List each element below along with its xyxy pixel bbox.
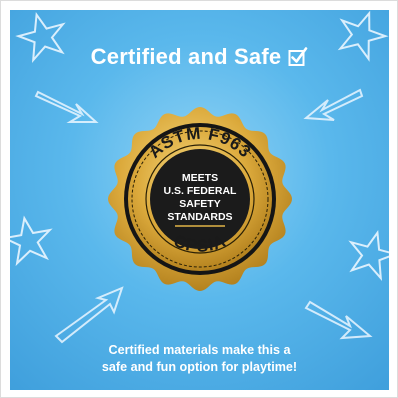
caption: Certified materials make this a safe and… bbox=[10, 342, 389, 376]
caption-line-1: Certified materials make this a bbox=[108, 343, 291, 357]
seal-line-4: STANDARDS bbox=[167, 211, 232, 223]
certification-banner: Certified and Safe ASTM F963 CPSIA MEETS… bbox=[10, 10, 389, 390]
certification-seal: ASTM F963 CPSIA MEETS U.S. FEDERAL SAFET… bbox=[108, 107, 292, 291]
star-icon bbox=[348, 229, 389, 282]
headline-text: Certified and Safe bbox=[90, 44, 282, 69]
checkbox-check-icon bbox=[288, 47, 308, 66]
caption-line-2: safe and fun option for playtime! bbox=[101, 360, 298, 374]
arrow-icon bbox=[54, 286, 124, 344]
image-frame: Certified and Safe ASTM F963 CPSIA MEETS… bbox=[0, 0, 398, 398]
arrow-icon bbox=[303, 88, 364, 121]
seal-line-3: SAFETY bbox=[179, 198, 220, 210]
seal-line-1: MEETS bbox=[182, 172, 218, 184]
headline: Certified and Safe bbox=[10, 44, 389, 70]
star-icon bbox=[10, 215, 53, 267]
arrow-icon bbox=[304, 300, 373, 340]
arrow-icon bbox=[34, 90, 99, 123]
seal-line-2: U.S. FEDERAL bbox=[164, 185, 238, 197]
